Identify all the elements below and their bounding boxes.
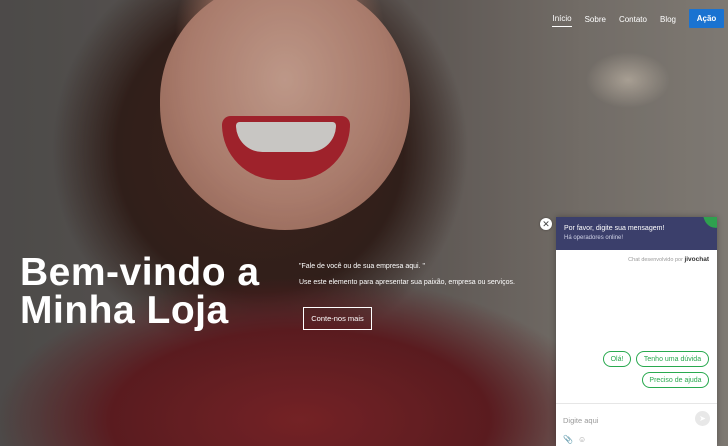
- hero-title: Bem-vindo a Minha Loja: [20, 251, 280, 332]
- send-icon[interactable]: ➤: [695, 411, 710, 426]
- jivochat-logo[interactable]: jivochat: [684, 256, 709, 263]
- hero-title-line-2: Minha Loja: [20, 289, 229, 332]
- quick-reply-duvida[interactable]: Tenho uma dúvida: [636, 351, 709, 367]
- chat-header-subtitle: Há operadores online!: [564, 235, 624, 241]
- chat-message-input[interactable]: [563, 414, 683, 426]
- hero-photo-teeth: [236, 122, 336, 152]
- nav-link-blog[interactable]: Blog: [660, 11, 676, 27]
- nav-link-sobre[interactable]: Sobre: [585, 11, 606, 27]
- chat-tools: 📎 ☺: [563, 435, 587, 444]
- hero-photo-mouth: [222, 116, 350, 180]
- smile-icon[interactable]: ☺: [578, 435, 587, 444]
- chat-header: Por favor, digite sua mensagem! Há opera…: [556, 217, 717, 250]
- chat-header-title: Por favor, digite sua mensagem!: [564, 225, 665, 232]
- hero-title-line-1: Bem-vindo a: [20, 251, 260, 294]
- chat-messages-area: Olá! Tenho uma dúvida Preciso de ajuda: [556, 265, 717, 401]
- hero-quote: "Fale de você ou de sua empresa aqui. ": [299, 263, 425, 270]
- tell-us-more-button[interactable]: Conte-nos mais: [303, 307, 372, 330]
- nav-link-contato[interactable]: Contato: [619, 11, 647, 27]
- top-navigation: Início Sobre Contato Blog Ação: [552, 9, 724, 28]
- chat-powered-by-text: Chat desenvolvido por: [628, 257, 683, 263]
- chat-powered-by: Chat desenvolvido por jivochat: [628, 256, 709, 263]
- quick-reply-ola[interactable]: Olá!: [603, 351, 631, 367]
- close-icon[interactable]: ✕: [540, 218, 552, 230]
- quick-reply-ajuda[interactable]: Preciso de ajuda: [642, 372, 709, 388]
- chat-widget: Por favor, digite sua mensagem! Há opera…: [556, 217, 717, 446]
- chat-input-area: ➤ 📎 ☺: [556, 403, 717, 446]
- paperclip-icon[interactable]: 📎: [563, 435, 573, 444]
- hero-description: Use este elemento para apresentar sua pa…: [299, 279, 515, 286]
- hero-photo-face: [160, 0, 410, 230]
- nav-link-inicio[interactable]: Início: [552, 10, 572, 27]
- action-button[interactable]: Ação: [689, 9, 724, 28]
